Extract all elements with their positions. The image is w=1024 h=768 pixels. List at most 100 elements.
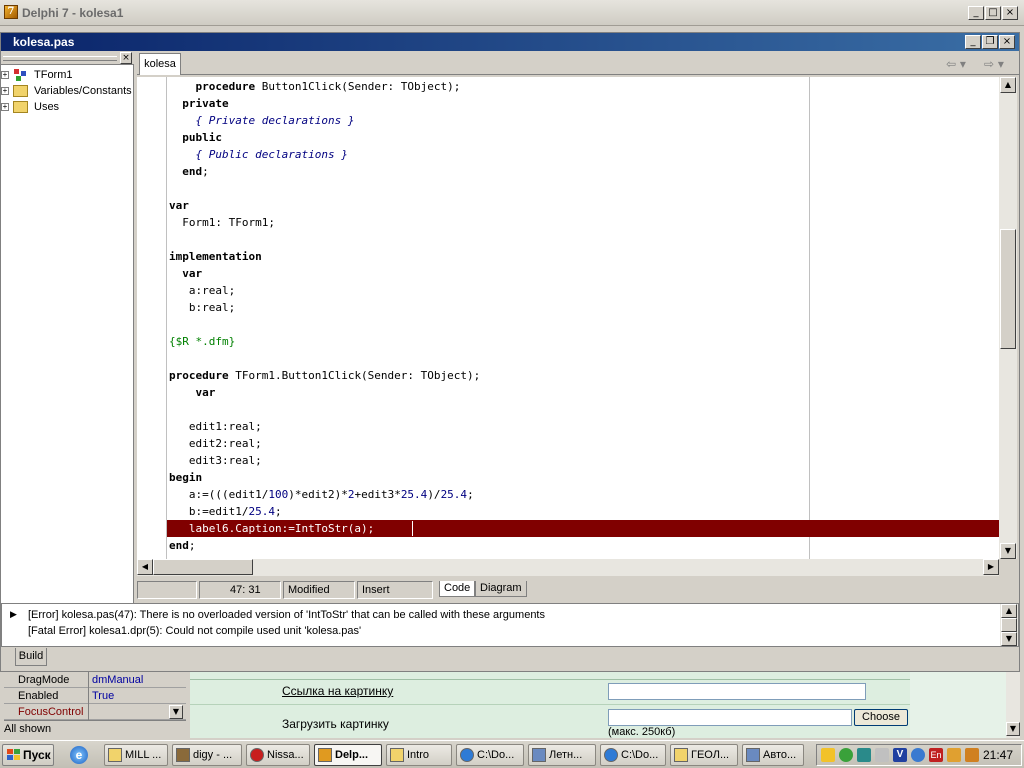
code-line[interactable]: procedure Button1Click(Sender: TObject); <box>169 78 461 95</box>
msg-scroll-down-button[interactable]: ▼ <box>1001 632 1017 646</box>
code-line[interactable]: label6.Caption:=IntToStr(a); <box>169 520 413 537</box>
property-dragmode[interactable]: DragMode dmManual <box>4 672 186 688</box>
upload-form: Ссылка на картинку Загрузить картинку Ch… <box>190 672 910 738</box>
tab-kolesa[interactable]: kolesa <box>139 53 181 75</box>
inspector-footer: All shown <box>4 720 186 736</box>
download-icon <box>176 748 190 762</box>
tab-code[interactable]: Code <box>439 581 476 597</box>
code-line[interactable]: private <box>169 95 228 112</box>
clock[interactable]: 21:47 <box>983 748 1013 762</box>
start-button[interactable]: Пуск <box>2 744 54 766</box>
text-caret <box>412 521 413 536</box>
task-button[interactable]: C:\Do... <box>456 744 524 766</box>
h-scroll-thumb[interactable] <box>153 559 253 575</box>
code-line[interactable]: { Public declarations } <box>169 146 348 163</box>
property-enabled[interactable]: Enabled True <box>4 688 186 704</box>
property-value[interactable]: dmManual <box>92 672 143 688</box>
task-button[interactable]: Авто... <box>742 744 804 766</box>
code-line[interactable]: b:=edit1/25.4; <box>169 503 282 520</box>
tree-label: Uses <box>34 101 60 113</box>
code-line[interactable]: {$R *.dfm} <box>169 333 235 350</box>
network-icon[interactable] <box>857 748 871 762</box>
scroll-down-button[interactable]: ▼ <box>1000 543 1016 559</box>
task-button[interactable]: ГЕОЛ... <box>670 744 738 766</box>
code-line[interactable]: public <box>169 129 222 146</box>
image-link-label[interactable]: Ссылка на картинку <box>282 684 393 698</box>
explorer-close-button[interactable]: × <box>120 52 132 64</box>
expand-icon[interactable]: + <box>1 71 9 79</box>
tree-label: TForm1 <box>34 69 73 81</box>
code-line[interactable]: edit1:real; <box>169 418 262 435</box>
editor-restore-button[interactable]: ❐ <box>982 35 998 49</box>
code-line[interactable]: b:real; <box>169 299 235 316</box>
scroll-thumb[interactable] <box>1000 229 1016 349</box>
scroll-up-button[interactable]: ▲ <box>1000 77 1016 93</box>
code-line[interactable]: edit3:real; <box>169 452 262 469</box>
error-message[interactable]: [Error] kolesa.pas(47): There is no over… <box>28 608 545 622</box>
tab-build[interactable]: Build <box>15 648 47 666</box>
msg-scroll-up-button[interactable]: ▲ <box>1001 604 1017 618</box>
expand-icon[interactable]: + <box>1 87 9 95</box>
globe-icon[interactable] <box>911 748 925 762</box>
expand-icon[interactable]: + <box>1 103 9 111</box>
messages-scrollbar[interactable]: ▲ ▼ <box>1000 604 1018 646</box>
expand-arrow-icon[interactable]: ▶ <box>10 609 17 620</box>
code-line[interactable]: end; <box>169 163 209 180</box>
code-line[interactable]: a:real; <box>169 282 235 299</box>
task-button[interactable]: MILL ... <box>104 744 168 766</box>
v-icon[interactable]: V <box>893 748 907 762</box>
task-button[interactable]: Delp... <box>314 744 382 766</box>
shield-icon[interactable] <box>821 748 835 762</box>
editor-minimize-button[interactable]: _ <box>965 35 981 49</box>
task-button[interactable]: Летн... <box>528 744 596 766</box>
code-area[interactable]: label6.Caption:=IntToStr(a); procedure B… <box>137 77 999 559</box>
property-focuscontrol[interactable]: FocusControl ▼ <box>4 704 186 720</box>
scroll-right-button[interactable]: ▶ <box>983 559 999 575</box>
language-indicator[interactable]: En <box>929 748 943 762</box>
code-line[interactable]: Form1: TForm1; <box>169 214 275 231</box>
task-button[interactable]: C:\Do... <box>600 744 666 766</box>
maximize-button[interactable]: □ <box>985 6 1001 20</box>
code-line[interactable]: var <box>169 197 189 214</box>
code-line[interactable]: { Private declarations } <box>169 112 355 129</box>
tab-diagram[interactable]: Diagram <box>475 581 527 597</box>
choose-file-button[interactable]: Choose <box>854 709 908 726</box>
editor-close-button[interactable]: × <box>999 35 1015 49</box>
scroll-left-button[interactable]: ◀ <box>137 559 153 575</box>
code-line[interactable]: edit2:real; <box>169 435 262 452</box>
property-value[interactable]: True <box>92 688 114 704</box>
task-button[interactable]: Nissa... <box>246 744 310 766</box>
code-vertical-scrollbar[interactable]: ▲ ▼ <box>999 77 1017 559</box>
tool-icon[interactable] <box>947 748 961 762</box>
msg-scroll-thumb[interactable] <box>1001 618 1017 632</box>
forward-arrow-icon[interactable]: ⇨ ▾ <box>981 57 1007 71</box>
code-line[interactable]: end; <box>169 537 196 554</box>
close-button[interactable]: × <box>1002 6 1018 20</box>
task-label: Nissa... <box>267 749 304 761</box>
explorer-grip[interactable] <box>3 56 117 61</box>
ie-quicklaunch-icon[interactable]: e <box>70 746 88 764</box>
task-label: C:\Do... <box>621 749 659 761</box>
minimize-button[interactable]: _ <box>968 6 984 20</box>
gear-icon[interactable] <box>839 748 853 762</box>
code-line[interactable]: implementation <box>169 248 262 265</box>
code-token: procedure <box>169 369 229 382</box>
code-line[interactable]: begin <box>169 469 202 486</box>
monitor-icon[interactable] <box>875 748 889 762</box>
battery-icon[interactable] <box>965 748 979 762</box>
task-button[interactable]: digy - ... <box>172 744 242 766</box>
code-line[interactable]: a:=(((edit1/100)*edit2)*2+edit3*25.4)/25… <box>169 486 474 503</box>
code-line[interactable]: var <box>169 384 216 401</box>
back-arrow-icon[interactable]: ⇦ ▾ <box>943 57 969 71</box>
file-path-input[interactable] <box>608 709 852 726</box>
code-horizontal-scrollbar[interactable]: ◀ ▶ <box>137 559 999 576</box>
task-button[interactable]: Intro <box>386 744 452 766</box>
code-line[interactable]: var <box>169 265 202 282</box>
dropdown-arrow-icon[interactable]: ▼ <box>169 705 183 719</box>
image-url-input[interactable] <box>608 683 866 700</box>
browser-scrollbar[interactable]: ▼ <box>1006 672 1020 738</box>
code-line[interactable]: procedure TForm1.Button1Click(Sender: TO… <box>169 367 480 384</box>
fatal-error-message[interactable]: [Fatal Error] kolesa1.dpr(5): Could not … <box>28 624 361 638</box>
browser-scroll-down-button[interactable]: ▼ <box>1006 722 1020 736</box>
code-token: b:=edit1/ <box>169 505 249 518</box>
